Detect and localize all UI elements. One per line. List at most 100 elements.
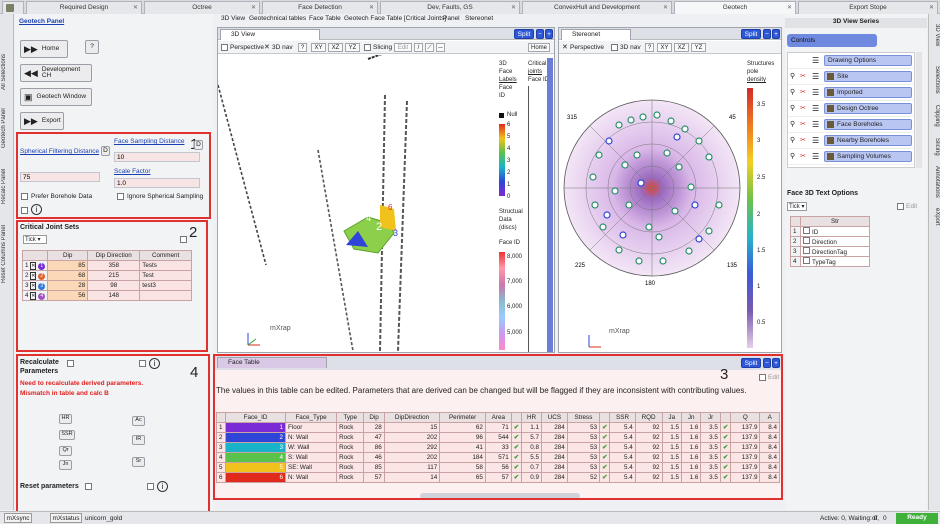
cj-checkbox[interactable] (180, 236, 187, 243)
close-icon[interactable]: ✕ (787, 2, 792, 14)
vtab-selections[interactable]: Selections (930, 62, 940, 98)
menu-geotech-tables[interactable]: Geotechnical tables (249, 15, 306, 22)
slicing-checkbox[interactable] (364, 44, 371, 51)
vtab-geotech-panel[interactable]: Geotech Panel (1, 106, 13, 151)
face-sampling-input[interactable] (114, 152, 200, 162)
mxsync-button[interactable]: mXsync (4, 513, 32, 523)
sr-button[interactable]: Sr (132, 457, 145, 467)
col-str[interactable]: Str (800, 216, 870, 227)
info-icon[interactable]: i (149, 358, 160, 369)
series-item[interactable]: ⚲ ✂ ☰ Sampling Volumes (788, 149, 914, 165)
cell[interactable]: 98 (87, 280, 141, 291)
close-icon[interactable]: ✕ (511, 2, 516, 14)
tick-dropdown[interactable]: Tick ▾ (787, 202, 807, 211)
cell[interactable]: test3 (139, 280, 192, 291)
line-icon[interactable]: ─ (436, 43, 445, 52)
plus-icon[interactable]: + (545, 29, 553, 39)
series-label[interactable]: Drawing Options (824, 55, 912, 66)
pin-icon[interactable]: ✂ (800, 152, 806, 160)
menu-stereonet[interactable]: Stereonet (465, 15, 493, 22)
split-button[interactable]: Split (741, 29, 761, 39)
series-scrollbar[interactable] (916, 52, 922, 168)
stereonet-plot[interactable]: 315 45 225 135 180 mXrap (559, 55, 744, 351)
search-icon[interactable]: ⚲ (790, 120, 795, 128)
pen-icon[interactable]: / (414, 43, 423, 52)
series-item[interactable]: ☰ Drawing Options (788, 53, 914, 69)
list-icon[interactable]: ☰ (812, 136, 819, 145)
xy-button[interactable]: XY (311, 43, 326, 52)
scrollbar[interactable] (547, 58, 553, 352)
xy-button[interactable]: XY (657, 43, 672, 52)
series-item[interactable]: ⚲ ✂ ☰ Site (788, 69, 914, 85)
col-dip[interactable]: Dip (47, 250, 89, 261)
minus-icon[interactable]: − (536, 29, 544, 39)
home-button[interactable]: ▶▶ Home (20, 40, 68, 58)
series-item[interactable]: ⚲ ✂ ☰ Face Boreholes (788, 117, 914, 133)
tab-export-stope[interactable]: Export Stope ✕ (798, 1, 938, 14)
vtab-export[interactable]: eXport (930, 204, 940, 230)
search-icon[interactable]: ⚲ (790, 88, 795, 96)
plus-icon[interactable]: + (772, 29, 780, 39)
tab-geotech[interactable]: Geotech ✕ (674, 1, 796, 14)
list-icon[interactable]: ☰ (812, 104, 819, 113)
pin-icon[interactable]: ✂ (800, 104, 806, 112)
tab-dev-faults[interactable]: Dev, Faults, GS ✕ (380, 1, 520, 14)
close-icon[interactable]: ✕ (251, 2, 256, 14)
ir-button[interactable]: IR (132, 435, 145, 445)
xz-button[interactable]: XZ (328, 43, 343, 52)
recalc-checkbox-2[interactable] (139, 360, 146, 367)
series-label[interactable]: Design Octree (824, 103, 912, 114)
recalc-checkbox[interactable] (67, 360, 74, 367)
search-icon[interactable]: ⚲ (790, 104, 795, 112)
list-icon[interactable]: ☰ (812, 88, 819, 97)
cell[interactable]: 28 (47, 280, 89, 291)
help-button[interactable]: ? (85, 40, 99, 54)
section-1-checkbox[interactable] (21, 207, 28, 214)
nav-check-icon[interactable]: ✕ (264, 43, 270, 51)
home-tab[interactable] (2, 1, 24, 14)
series-label[interactable]: Sampling Volumes (824, 151, 912, 162)
menu-critical-joints[interactable]: Geotech Face Table [Critical Joints] (344, 15, 446, 22)
vtab-clipping[interactable]: Clipping (930, 102, 940, 130)
prefer-borehole-checkbox[interactable] (21, 193, 28, 200)
info-icon[interactable]: i (157, 481, 168, 492)
vtab-recalc[interactable]: Recalc Panel (1, 164, 13, 209)
reset-checkbox[interactable] (85, 483, 92, 490)
yz-button[interactable]: YZ (691, 43, 706, 52)
vtab-all-selections[interactable]: All Selections (1, 44, 13, 99)
cell[interactable]: 56 (47, 290, 89, 301)
edit-button[interactable]: Edit (394, 43, 412, 52)
hr-button[interactable]: HR (59, 414, 72, 424)
ruler-icon[interactable]: ⟋ (425, 43, 434, 52)
ac-button[interactable]: Ac (132, 416, 145, 426)
series-item[interactable]: ⚲ ✂ ☰ Design Octree (788, 101, 914, 117)
view3d-tab[interactable]: 3D View (220, 29, 320, 40)
spherical-filtering-label[interactable]: Spherical Filtering Distance (20, 148, 99, 155)
face-sampling-label[interactable]: Face Sampling Distance (114, 138, 184, 145)
series-label[interactable]: Imported (824, 87, 912, 98)
ssr-button[interactable]: SSR (59, 430, 75, 440)
list-icon[interactable]: ☰ (812, 56, 819, 65)
3d-scene[interactable]: 4 2 3 6 mXrap (218, 55, 493, 351)
jn-button[interactable]: Jn (59, 460, 72, 470)
list-icon[interactable]: ☰ (812, 120, 819, 129)
list-icon[interactable]: ☰ (812, 152, 819, 161)
search-icon[interactable]: ⚲ (790, 152, 795, 160)
cell[interactable]: 148 (87, 290, 141, 301)
controls-button[interactable]: Controls (787, 34, 877, 47)
vtab-annotations[interactable]: Annotations (930, 162, 940, 202)
ignore-spherical-checkbox[interactable] (117, 193, 124, 200)
nav-checkbox[interactable] (611, 44, 618, 51)
pin-icon[interactable]: ✂ (800, 120, 806, 128)
series-label[interactable]: Site (824, 71, 912, 82)
series-label[interactable]: Face Boreholes (824, 119, 912, 130)
series-item[interactable]: ⚲ ✂ ☰ Nearby Boreholes (788, 133, 914, 149)
close-icon[interactable]: ✕ (929, 2, 934, 14)
close-icon[interactable]: ✕ (369, 2, 374, 14)
series-item[interactable]: ⚲ ✂ ☰ Imported (788, 85, 914, 101)
tick-dropdown[interactable]: Tick ▾ (23, 235, 47, 244)
vtab-3d-view[interactable]: 3D View (930, 20, 940, 50)
vtab-slicing[interactable]: Slicing (930, 134, 940, 160)
search-icon[interactable]: ⚲ (790, 72, 795, 80)
col-dip-direction[interactable]: Dip Direction (87, 250, 141, 261)
